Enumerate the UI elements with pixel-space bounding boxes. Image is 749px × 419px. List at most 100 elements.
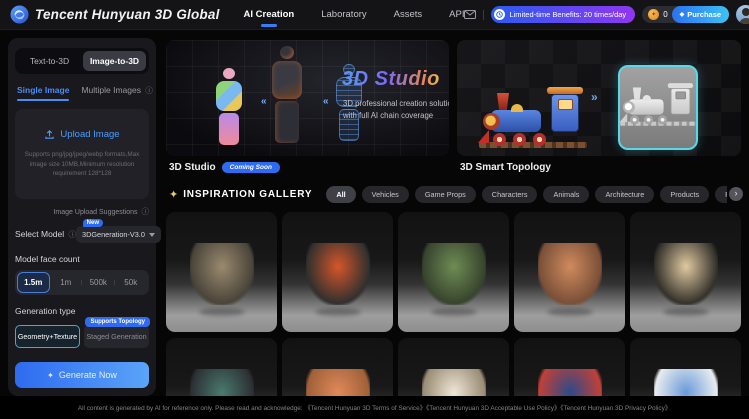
filter-plants[interactable]: Plants: [715, 186, 727, 203]
hunyuan-logo-icon: [10, 5, 29, 24]
coming-soon-badge: Coming Soon: [222, 162, 280, 173]
benefits-pill[interactable]: Limited-time Benefits: 20 times/day: [491, 6, 635, 23]
filter-animals[interactable]: Animals: [543, 186, 589, 203]
filter-characters[interactable]: Characters: [482, 186, 538, 203]
new-badge: New: [83, 219, 103, 227]
double-left-chevron-icon: «: [261, 96, 267, 107]
upload-label: Upload Image: [60, 129, 119, 140]
gallery-item-lava-axe[interactable]: [282, 212, 393, 332]
studio-label: 3D Studio: [169, 162, 216, 173]
benefits-label: Limited-time Benefits: 20 times/day: [509, 10, 626, 19]
tab-label: Multiple Images: [81, 85, 141, 95]
gallery-item-steampunk-creature[interactable]: [514, 212, 625, 332]
brand[interactable]: Tencent Hunyuan 3D Global: [10, 5, 220, 24]
gallery-grid: [166, 212, 741, 419]
topology-train: [623, 74, 693, 126]
divider: [483, 10, 484, 20]
studio-label-row: 3D Studio Coming Soon: [166, 162, 449, 173]
user-avatar[interactable]: [736, 5, 749, 24]
generate-now-button[interactable]: ✦ Generate Now: [15, 362, 149, 388]
purchase-button[interactable]: ◆ Purchase: [672, 6, 729, 23]
model-select-dropdown[interactable]: 3DGeneration-V3.0: [76, 226, 161, 243]
model-thumbnail: [306, 243, 370, 305]
gallery-title: INSPIRATION GALLERY: [183, 189, 312, 200]
credits-widget[interactable]: ✦ 0 ◆ Purchase: [642, 6, 729, 23]
filter-architecture[interactable]: Architecture: [595, 186, 654, 203]
tab-image-to-3d[interactable]: Image-to-3D: [83, 51, 146, 71]
model-thumbnail: [422, 243, 486, 305]
option-staged-generation[interactable]: Staged Generation: [84, 325, 149, 348]
option-geometry-texture[interactable]: Geometry+Texture: [15, 325, 80, 348]
filters-scroll-right-button[interactable]: ›: [729, 187, 743, 201]
top-bar: Tencent Hunyuan 3D Global AI Creation La…: [0, 0, 749, 30]
select-model-label: Select Model ⓘ: [15, 229, 76, 240]
nav-assets[interactable]: Assets: [394, 0, 423, 30]
suggestions-label: Image Upload Suggestions: [53, 209, 137, 216]
model-thumbnail: [654, 243, 718, 305]
generate-label: Generate Now: [59, 370, 117, 380]
nav-label: Assets: [394, 9, 423, 20]
face-count-label: Model face count: [15, 254, 149, 264]
mode-tab-switcher: Text-to-3D Image-to-3D: [15, 48, 149, 74]
gallery-filters: All Vehicles Game Props Characters Anima…: [326, 186, 727, 203]
nav-label: API: [449, 9, 464, 20]
credit-count: 0: [663, 10, 667, 19]
supports-topology-badge: Supports Topology: [85, 317, 150, 327]
active-tab-underline: [261, 24, 277, 27]
sparkles-icon: ✦: [169, 188, 178, 201]
nav-label: Laboratory: [321, 9, 366, 20]
nav-label: AI Creation: [244, 9, 295, 20]
main-nav: AI Creation Laboratory Assets API: [244, 0, 465, 30]
generation-type-options: Supports Topology Geometry+Texture Stage…: [15, 325, 149, 348]
filter-vehicles[interactable]: Vehicles: [362, 186, 409, 203]
face-count-1-5m[interactable]: 1.5m: [17, 272, 50, 293]
tab-text-to-3d[interactable]: Text-to-3D: [18, 51, 81, 71]
main-content: « « 3D Studio 3D professional creation s…: [166, 40, 741, 419]
filter-products[interactable]: Products: [660, 186, 709, 203]
topbar-right: Limited-time Benefits: 20 times/day ✦ 0 …: [464, 5, 749, 24]
nav-api[interactable]: API: [449, 0, 464, 30]
colorful-figure: [216, 68, 242, 145]
face-count-50k[interactable]: 50k: [115, 272, 148, 293]
filter-all[interactable]: All: [326, 186, 355, 203]
model-thumbnail: [190, 243, 254, 305]
generation-type-label: Generation type: [15, 306, 149, 316]
sidebar-panel: Text-to-3D Image-to-3D Single Image Mult…: [8, 38, 156, 396]
studio-title: 3D Studio: [342, 68, 440, 91]
footer-disclaimer: All content is generated by AI for refer…: [0, 396, 749, 419]
upload-suggestions-link[interactable]: Image Upload Suggestions ⓘ: [15, 206, 149, 217]
sparkle-icon: ✦: [47, 371, 54, 380]
topology-preview-box: [618, 65, 698, 150]
colorful-train: [483, 64, 583, 148]
promo-3d-smart-topology[interactable]: »: [457, 40, 741, 156]
nav-laboratory[interactable]: Laboratory: [321, 0, 366, 30]
brand-title: Tencent Hunyuan 3D Global: [35, 7, 220, 22]
info-icon: ⓘ: [145, 86, 153, 95]
gallery-header: ✦ INSPIRATION GALLERY All Vehicles Game …: [166, 184, 741, 204]
topology-label-row: 3D Smart Topology: [457, 162, 741, 173]
topology-label: 3D Smart Topology: [460, 162, 551, 173]
gallery-item-mechanical-crab[interactable]: [630, 212, 741, 332]
filter-game-props[interactable]: Game Props: [415, 186, 476, 203]
tab-single-image[interactable]: Single Image: [17, 85, 69, 101]
gallery-item-steampunk-fish[interactable]: [166, 212, 277, 332]
model-select-value: 3DGeneration-V3.0: [82, 230, 145, 239]
double-left-chevron-icon: «: [323, 96, 329, 107]
mail-icon[interactable]: [464, 10, 476, 19]
image-mode-tabs: Single Image Multiple Images ⓘ: [15, 85, 149, 101]
nav-ai-creation[interactable]: AI Creation: [244, 0, 295, 30]
face-count-500k[interactable]: 500k: [82, 272, 115, 293]
coin-icon: ✦: [648, 9, 659, 20]
diamond-icon: ◆: [680, 11, 685, 18]
upload-cta: Upload Image: [44, 129, 119, 140]
select-model-row: New Select Model ⓘ 3DGeneration-V3.0: [15, 226, 149, 243]
tab-multiple-images[interactable]: Multiple Images ⓘ: [81, 85, 152, 101]
upload-dropzone[interactable]: Upload Image Supports png/jpg/jpeg/webp …: [15, 109, 149, 199]
gallery-item-green-mech[interactable]: [398, 212, 509, 332]
promo-3d-studio[interactable]: « « 3D Studio 3D professional creation s…: [166, 40, 449, 156]
studio-description: 3D professional creation solution with f…: [343, 98, 449, 121]
face-count-segment: 1.5m 1m 500k 50k: [15, 270, 149, 295]
face-count-1m[interactable]: 1m: [50, 272, 83, 293]
promo-labels: 3D Studio Coming Soon 3D Smart Topology: [166, 162, 741, 173]
upload-hint: Supports png/jpg/jpeg/webp formats,Max i…: [15, 150, 149, 179]
